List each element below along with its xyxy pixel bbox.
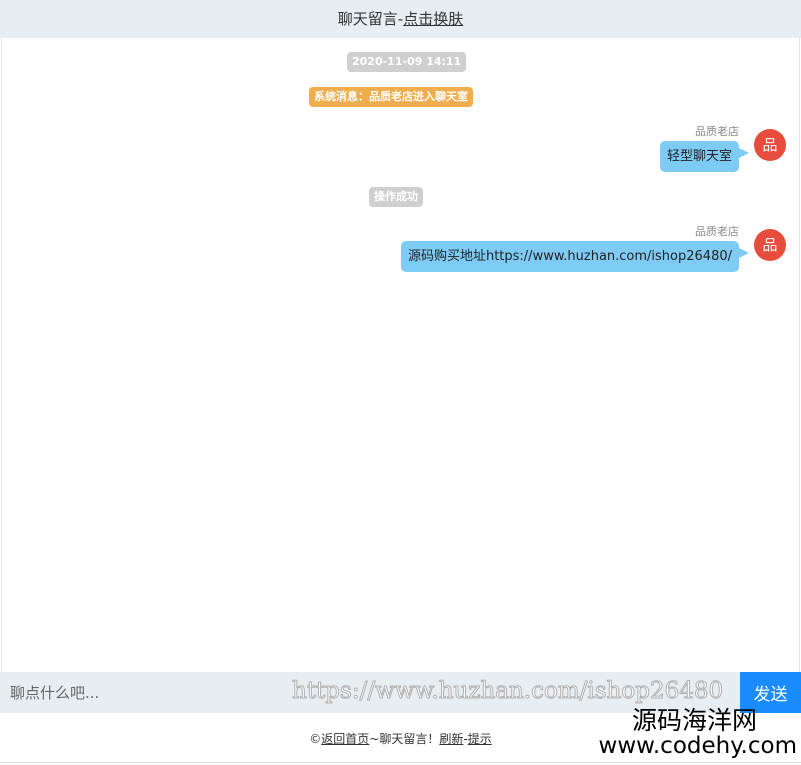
message-list[interactable]: 2020-11-09 14:11 系统消息：品质老店进入聊天室 品质老店 轻型聊…: [1, 38, 800, 672]
sender-name: 品质老店: [695, 125, 739, 138]
avatar[interactable]: 品: [754, 129, 786, 161]
input-bar: https://www.huzhan.com/ishop26480 发送: [0, 672, 801, 713]
footer: ©返回首页~聊天留言！刷新-提示: [0, 713, 801, 765]
chat-header: 聊天留言-点击换肤: [0, 0, 801, 38]
home-link[interactable]: 返回首页: [321, 732, 369, 746]
send-button[interactable]: 发送: [740, 672, 801, 713]
message-input[interactable]: [0, 672, 740, 713]
footer-divider: [0, 762, 801, 763]
timestamp-badge: 2020-11-09 14:11: [347, 52, 467, 72]
status-notice: 操作成功: [369, 187, 423, 207]
sender-name: 品质老店: [695, 225, 739, 238]
tips-link[interactable]: 提示: [468, 732, 492, 746]
system-notice: 系统消息：品质老店进入聊天室: [309, 87, 473, 107]
bubble-tail: [739, 148, 749, 158]
avatar[interactable]: 品: [754, 229, 786, 261]
page-title: 聊天留言-: [337, 10, 404, 28]
refresh-link[interactable]: 刷新: [439, 732, 463, 746]
chat-page: 聊天留言-点击换肤 2020-11-09 14:11 系统消息：品质老店进入聊天…: [0, 0, 801, 765]
message-bubble: 轻型聊天室: [659, 141, 739, 172]
bubble-tail: [739, 248, 749, 258]
change-skin-link[interactable]: 点击换肤: [403, 10, 463, 28]
footer-text: ~聊天留言！: [369, 732, 440, 746]
message-bubble: 源码购买地址https://www.huzhan.com/ishop26480/: [400, 241, 739, 272]
copyright-symbol: ©: [309, 732, 322, 746]
